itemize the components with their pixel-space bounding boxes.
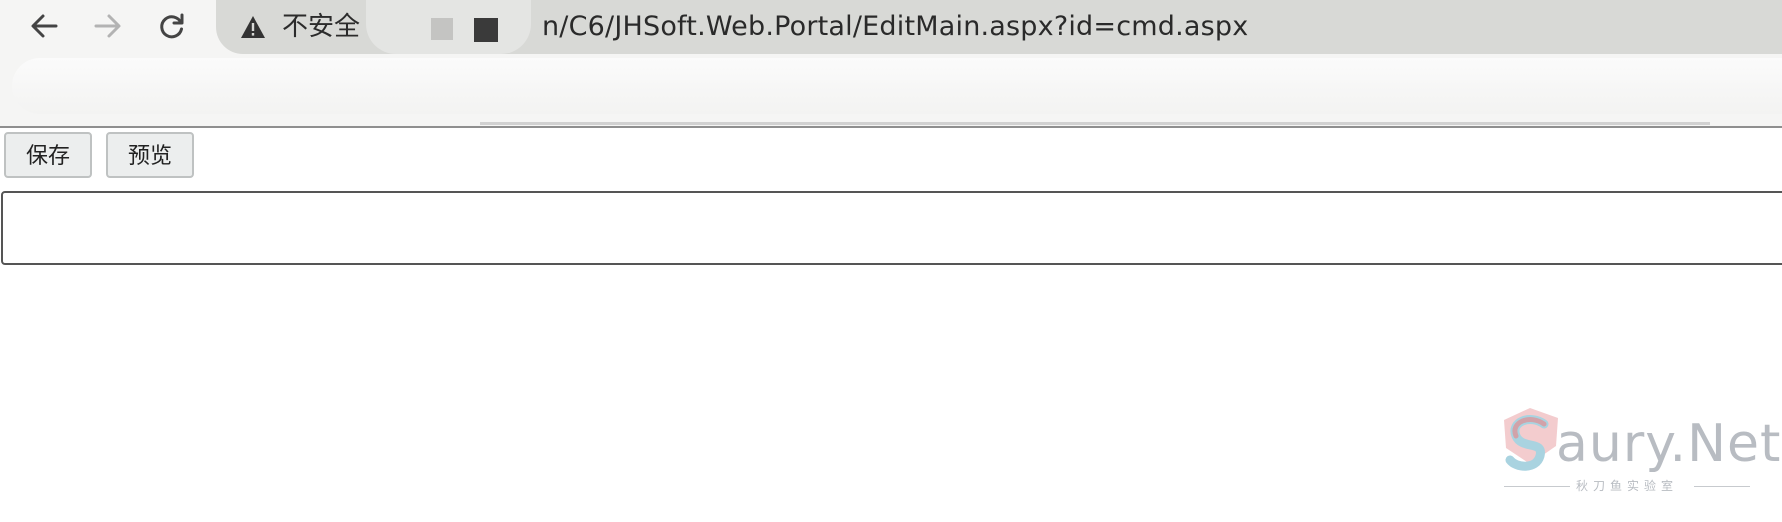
watermark: aury.Net 秋刀鱼实验室 [1500, 404, 1780, 504]
reload-button[interactable] [150, 6, 194, 46]
reload-icon [160, 13, 184, 39]
arrow-right-icon [94, 14, 121, 38]
arrow-left-icon [31, 14, 58, 38]
back-button[interactable] [22, 6, 66, 46]
preview-button[interactable]: 预览 [106, 132, 194, 178]
url-text[interactable]: n/C6/JHSoft.Web.Portal/EditMain.aspx?id=… [542, 10, 1248, 44]
redacted-host-fragment [474, 18, 498, 42]
browser-toolbar: 不安全 n/C6/JHSoft.Web.Portal/EditMain.aspx… [0, 0, 1782, 128]
bookmarks-bar [12, 58, 1782, 114]
address-bar[interactable]: 不安全 n/C6/JHSoft.Web.Portal/EditMain.aspx… [216, 0, 1782, 54]
editor-toolbar: 保存 预览 [4, 132, 194, 178]
redacted-host-fragment [431, 18, 453, 40]
watermark-subtitle: 秋刀鱼实验室 [1576, 479, 1679, 493]
watermark-divider [1504, 486, 1570, 487]
security-status-label[interactable]: 不安全 [282, 10, 360, 44]
watermark-text: aury.Net [1556, 414, 1782, 474]
toolbar-divider [480, 122, 1710, 125]
content-editor[interactable] [1, 191, 1782, 265]
warning-triangle-icon[interactable] [240, 15, 266, 39]
save-button[interactable]: 保存 [4, 132, 92, 178]
watermark-divider [1694, 486, 1750, 487]
forward-button[interactable] [86, 6, 130, 46]
saury-logo-icon [1504, 408, 1558, 471]
